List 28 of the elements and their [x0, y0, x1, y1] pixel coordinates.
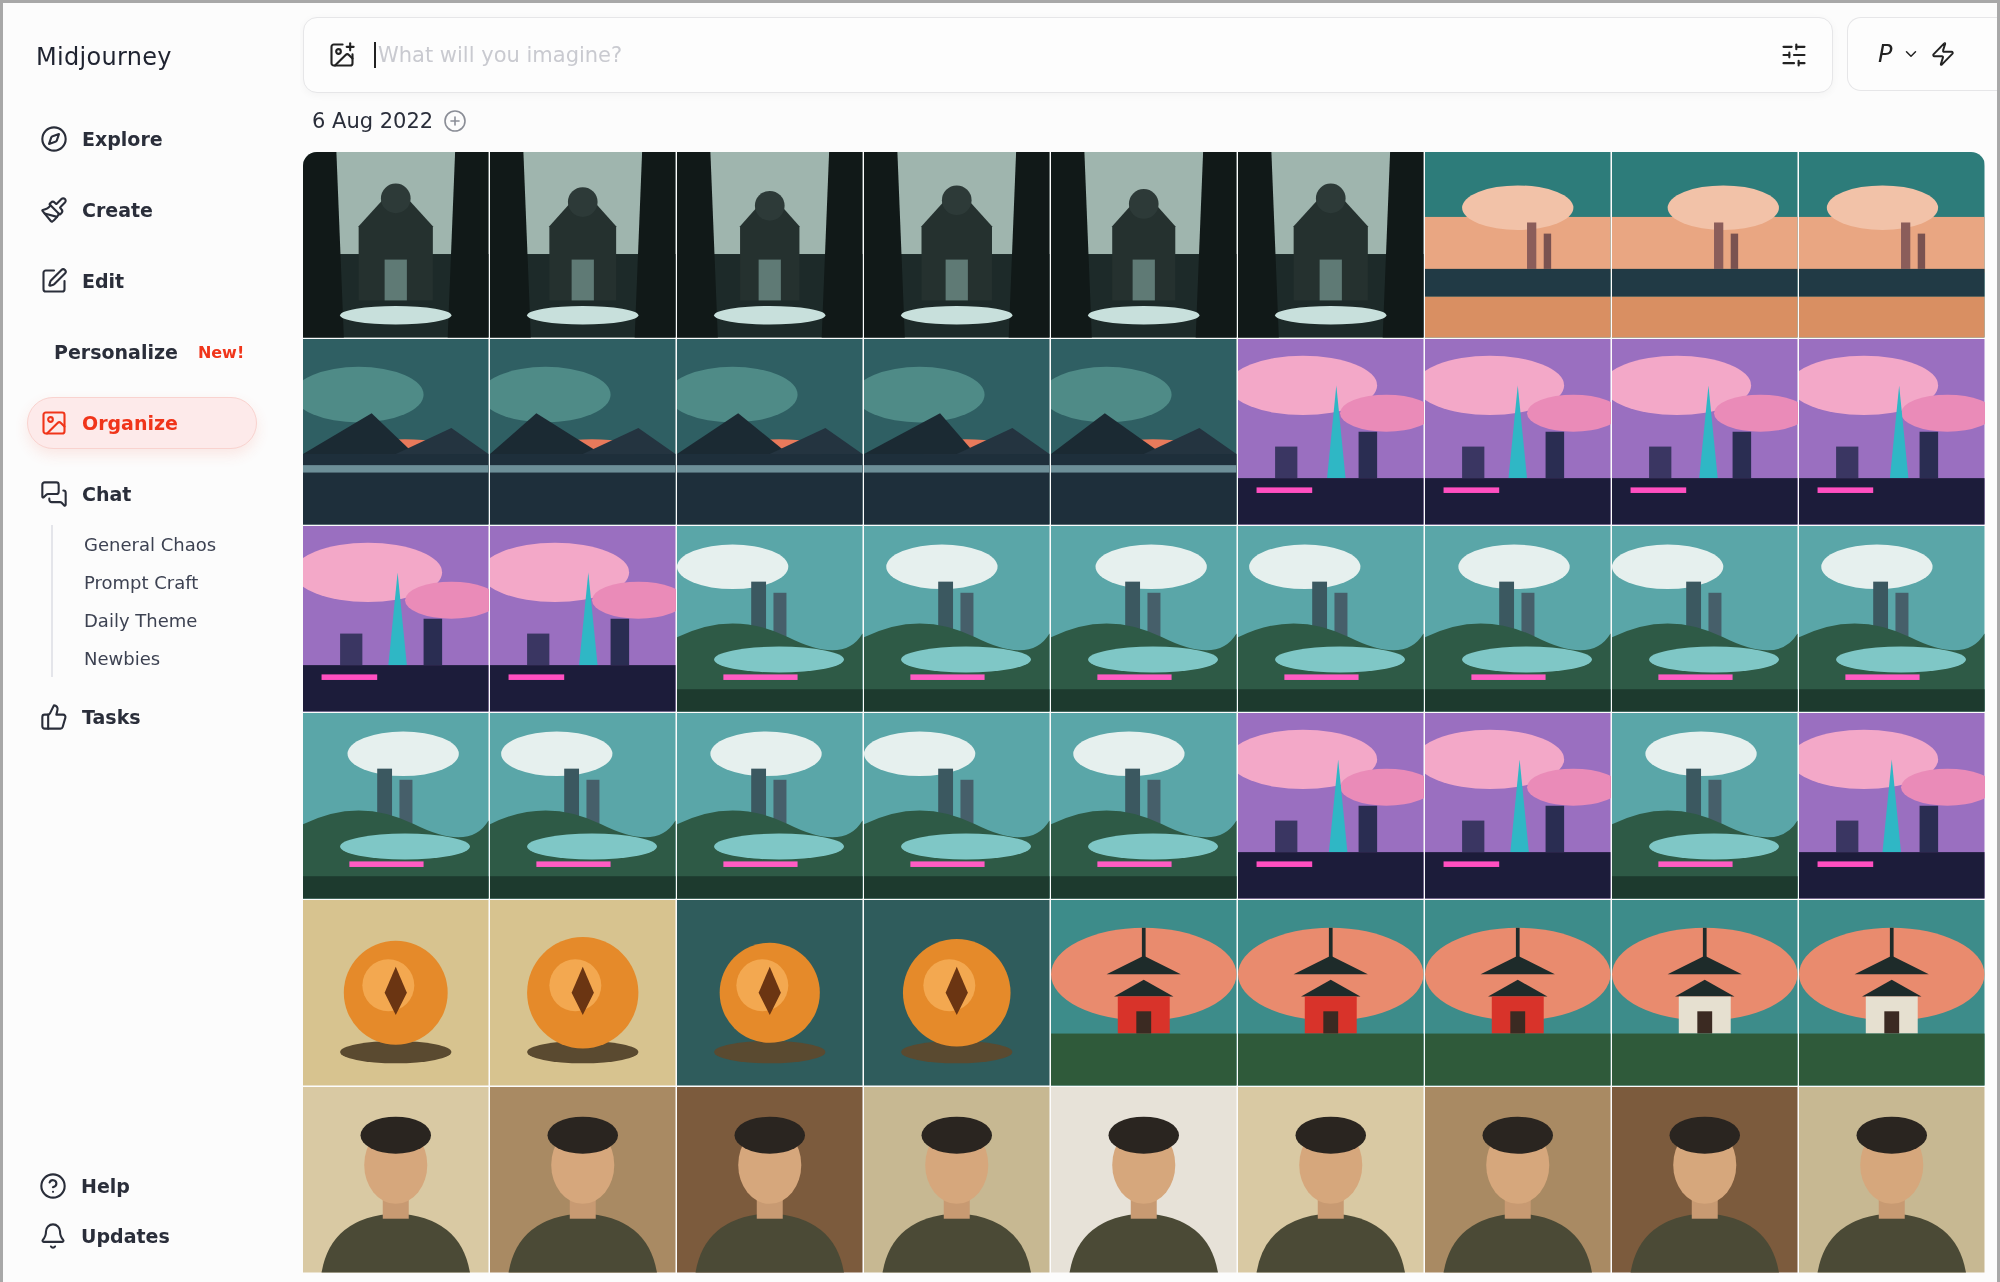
nav-item[interactable]: Chat — [27, 468, 257, 520]
nav-item[interactable]: Personalize New! — [27, 326, 257, 378]
channel-link[interactable]: General Chaos — [84, 525, 300, 563]
edit-icon — [40, 267, 68, 295]
nav-item[interactable]: Edit — [27, 255, 257, 307]
add-image-icon[interactable] — [328, 41, 356, 69]
help-icon — [39, 1172, 67, 1200]
nav-item[interactable]: Tasks — [27, 691, 257, 743]
brush-icon — [40, 196, 68, 224]
channel-link[interactable]: Newbies — [84, 639, 300, 677]
image-icon — [40, 409, 68, 437]
channel-link[interactable]: Daily Theme — [84, 601, 300, 639]
nav-item[interactable]: Explore — [27, 113, 257, 165]
new-label: New! — [197, 342, 245, 362]
footer-link[interactable]: Help — [39, 1170, 300, 1202]
footer-link[interactable]: Updates — [39, 1220, 300, 1252]
thumbs-up-icon — [40, 703, 68, 731]
compass-icon — [40, 125, 68, 153]
settings-icon[interactable] — [1780, 41, 1808, 69]
bell-icon — [39, 1222, 67, 1250]
chat-icon — [40, 480, 68, 508]
date-heading: 6 Aug 2022 — [312, 109, 434, 133]
brand-name: Midjourney — [36, 43, 173, 71]
mode-dropdown[interactable]: P — [1878, 40, 1921, 68]
add-icon[interactable] — [443, 109, 468, 133]
channel-link[interactable]: Prompt Craft — [84, 563, 300, 601]
nav-item[interactable]: Create — [27, 184, 257, 236]
bolt-icon[interactable] — [1930, 41, 1957, 67]
